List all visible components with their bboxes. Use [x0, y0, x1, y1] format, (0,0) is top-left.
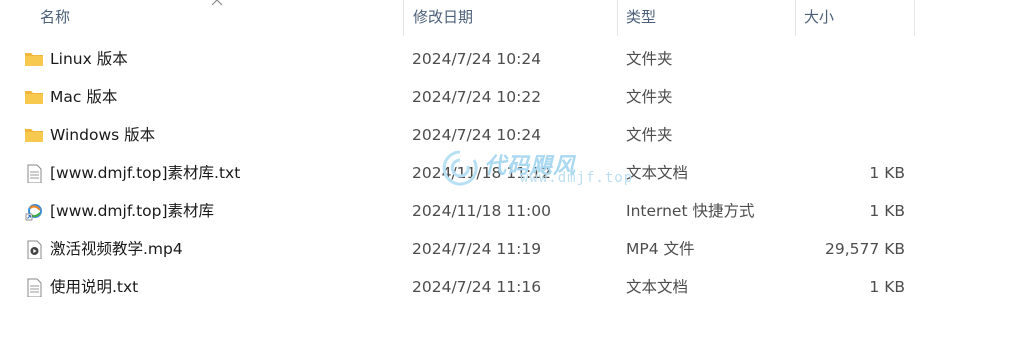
folder-icon: [25, 129, 43, 142]
file-size: 1 KB: [869, 278, 905, 296]
file-size: [795, 116, 905, 154]
text-file-icon: [27, 278, 42, 297]
file-date-modified: 2024/7/24 10:24: [412, 126, 542, 144]
file-date-modified: 2024/11/18 11:00: [412, 202, 551, 220]
column-header-name[interactable]: 名称: [0, 0, 403, 36]
file-name: [www.dmjf.top]素材库: [50, 202, 215, 220]
folder-icon: [25, 53, 43, 66]
file-row[interactable]: 激活视频教学.mp4 2024/7/24 11:19 MP4 文件 29,577…: [0, 230, 1024, 268]
file-name: Linux 版本: [50, 50, 128, 68]
file-row[interactable]: [www.dmjf.top]素材库.txt 2024/11/18 11:12 文…: [0, 154, 1024, 192]
file-date-modified: 2024/7/24 11:16: [412, 278, 542, 296]
file-row[interactable]: [www.dmjf.top]素材库 2024/11/18 11:00 Inter…: [0, 192, 1024, 230]
internet-shortcut-icon: [25, 204, 42, 221]
file-type: 文件夹: [626, 126, 673, 144]
text-file-icon: [27, 164, 42, 183]
file-row[interactable]: Mac 版本 2024/7/24 10:22 文件夹: [0, 78, 1024, 116]
file-size: 29,577 KB: [825, 240, 905, 258]
file-name: 使用说明.txt: [50, 278, 139, 296]
file-row[interactable]: Linux 版本 2024/7/24 10:24 文件夹: [0, 40, 1024, 78]
column-header-type[interactable]: 类型: [617, 0, 795, 36]
file-date-modified: 2024/7/24 11:19: [412, 240, 542, 258]
file-size: [795, 78, 905, 116]
column-header-date-modified[interactable]: 修改日期: [403, 0, 617, 36]
file-type: 文本文档: [626, 164, 689, 182]
file-type: 文件夹: [626, 50, 673, 68]
file-name: 激活视频教学.mp4: [50, 240, 183, 258]
file-row[interactable]: Windows 版本 2024/7/24 10:24 文件夹: [0, 116, 1024, 154]
file-type: MP4 文件: [626, 240, 695, 258]
file-date-modified: 2024/7/24 10:22: [412, 88, 542, 106]
column-header-bar: 名称 修改日期 类型 大小: [0, 0, 1024, 36]
video-file-icon: [27, 240, 42, 259]
file-size: [795, 40, 905, 78]
file-name: Windows 版本: [50, 126, 156, 144]
column-header-size[interactable]: 大小: [795, 0, 915, 36]
file-size: 1 KB: [869, 164, 905, 182]
file-size: 1 KB: [869, 202, 905, 220]
file-date-modified: 2024/11/18 11:12: [412, 164, 551, 182]
file-date-modified: 2024/7/24 10:24: [412, 50, 542, 68]
file-type: 文本文档: [626, 278, 689, 296]
file-type: 文件夹: [626, 88, 673, 106]
folder-icon: [25, 91, 43, 104]
file-name: Mac 版本: [50, 88, 118, 106]
file-type: Internet 快捷方式: [626, 202, 755, 220]
file-name: [www.dmjf.top]素材库.txt: [50, 164, 241, 182]
file-row[interactable]: 使用说明.txt 2024/7/24 11:16 文本文档 1 KB: [0, 268, 1024, 306]
